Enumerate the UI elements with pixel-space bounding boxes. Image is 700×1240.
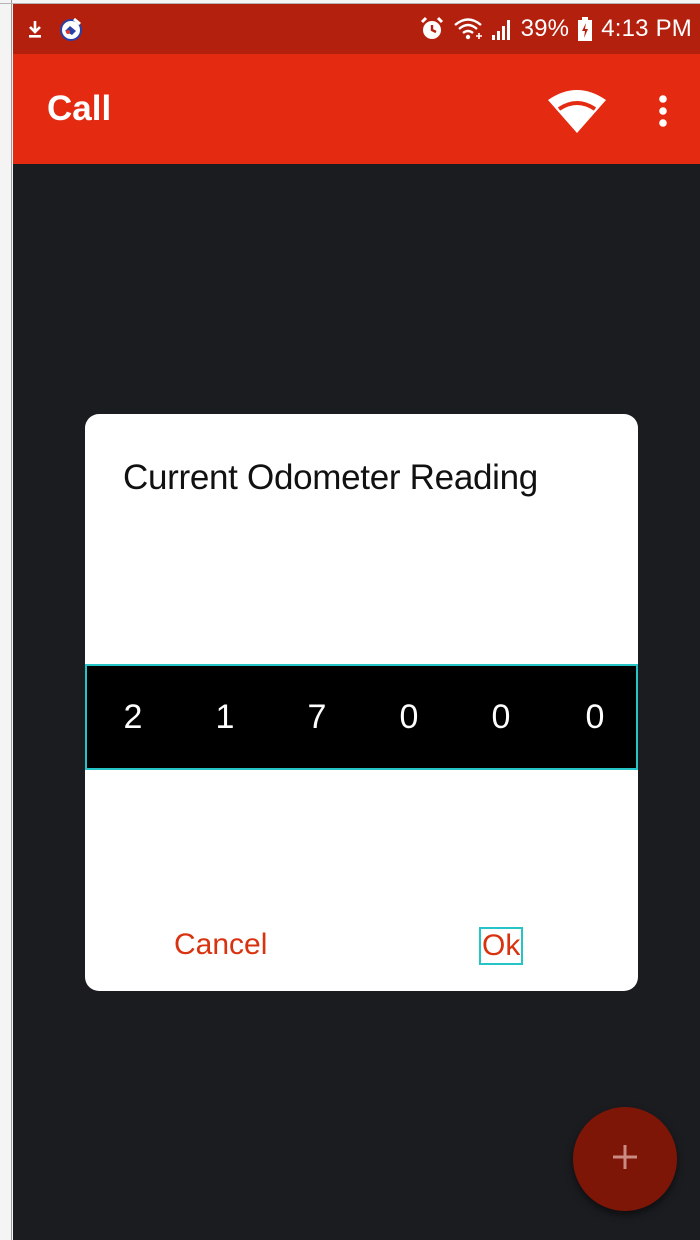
odometer-digit-2[interactable]: 1 <box>205 666 245 768</box>
odometer-digit-1[interactable]: 2 <box>113 666 153 768</box>
phone-screen: 39% 4:13 PM Call Current Odometer Readin… <box>13 4 700 1240</box>
notification-app-icon <box>57 15 85 43</box>
wifi-icon[interactable] <box>544 86 610 136</box>
battery-charging-icon <box>577 16 593 42</box>
wifi-signal-icon <box>453 16 483 42</box>
ok-button[interactable]: Ok <box>479 927 524 965</box>
battery-percent: 39% <box>520 15 570 42</box>
status-bar-right: 39% 4:13 PM <box>419 4 692 54</box>
add-fab-button[interactable] <box>573 1107 677 1211</box>
status-bar: 39% 4:13 PM <box>13 4 700 54</box>
clock: 4:13 PM <box>601 15 692 42</box>
odometer-dialog: Current Odometer Reading 2 1 7 0 0 0 Can… <box>85 414 638 991</box>
download-icon <box>27 19 43 39</box>
dialog-title: Current Odometer Reading <box>123 458 538 497</box>
more-vert-icon[interactable] <box>643 86 683 136</box>
app-bar-title: Call <box>47 89 112 128</box>
odometer-digit-3[interactable]: 7 <box>297 666 337 768</box>
odometer-digit-5[interactable]: 0 <box>481 666 521 768</box>
status-bar-left <box>27 4 85 54</box>
alarm-icon <box>419 16 445 42</box>
odometer-digit-4[interactable]: 0 <box>389 666 429 768</box>
plus-icon <box>610 1142 640 1177</box>
odometer-picker[interactable]: 2 1 7 0 0 0 <box>85 664 638 770</box>
cancel-button[interactable]: Cancel <box>174 927 267 963</box>
cell-signal-icon <box>491 17 513 41</box>
app-bar: Call <box>13 54 700 164</box>
odometer-digit-6[interactable]: 0 <box>575 666 615 768</box>
frame-left-edge <box>11 0 12 1240</box>
